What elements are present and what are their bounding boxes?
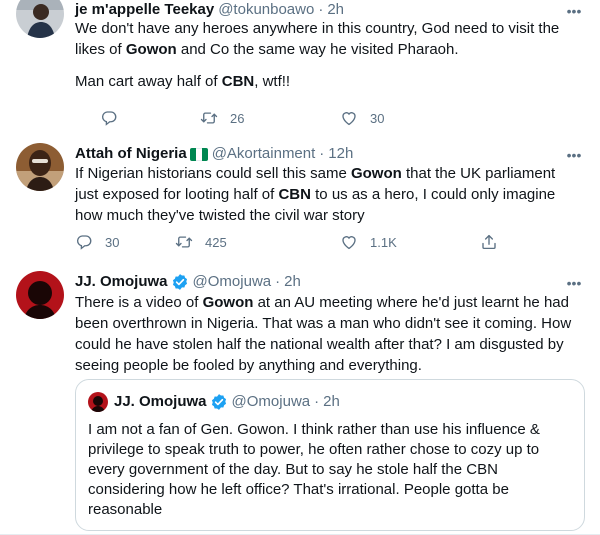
author-name[interactable]: Attah of Nigeria (75, 144, 187, 164)
separator-dot: · (318, 1, 324, 18)
like-icon (340, 233, 358, 251)
avatar[interactable] (16, 271, 64, 319)
reply-button[interactable] (100, 106, 140, 130)
tweet-text-second-paragraph: Man cart away half of CBN, wtf!! (75, 71, 582, 92)
avatar[interactable] (16, 0, 64, 38)
highlight-gowon: Gowon (202, 294, 254, 311)
tweet-actions: 26 30 (65, 106, 505, 130)
author-handle[interactable]: @Akortainment (212, 144, 316, 164)
reply-count: 30 (105, 234, 120, 250)
quoted-author-handle: @Omojuwa (231, 393, 311, 410)
nigeria-flag-icon (189, 147, 208, 161)
retweet-count: 26 (230, 110, 245, 126)
tweet-actions: 30 425 1.1K (65, 230, 505, 254)
retweet-button[interactable]: 425 (175, 230, 227, 254)
tweet-text: If Nigerian historians could sell this s… (75, 163, 582, 226)
like-button[interactable]: 1.1K (340, 230, 397, 254)
like-count: 1.1K (370, 234, 397, 250)
author-name[interactable]: JJ. Omojuwa (75, 272, 168, 292)
verified-badge-icon (210, 393, 228, 411)
tweet-teekay[interactable]: je m'appelle Teekay @tokunboawo · 2h •••… (0, 0, 600, 132)
quoted-tweet[interactable]: JJ. Omojuwa @Omojuwa · 2h I am not a fan… (75, 379, 585, 531)
quoted-timestamp: 2h (323, 393, 340, 410)
quoted-avatar (88, 392, 108, 412)
text-segment: and Co the same way he visited Pharaoh. (176, 41, 459, 58)
quoted-tweet-text: I am not a fan of Gen. Gowon. I think ra… (88, 421, 540, 518)
separator-dot: · (275, 273, 281, 290)
author-handle[interactable]: @Omojuwa (193, 272, 272, 292)
tweet-text: We don't have any heroes anywhere in thi… (75, 18, 582, 60)
text-segment: We don't have any heroes anywhere in thi… (75, 20, 560, 37)
highlight-cbn: CBN (278, 186, 311, 203)
separator-dot: · (319, 145, 325, 162)
highlight-gowon: Gowon (350, 165, 402, 182)
tweet-omojuwa[interactable]: JJ. Omojuwa @Omojuwa · 2h ••• There is a… (0, 264, 600, 535)
retweet-icon (175, 233, 193, 251)
retweet-count: 425 (205, 234, 227, 250)
like-button[interactable]: 30 (340, 106, 384, 130)
highlight-cbn: CBN (221, 73, 255, 90)
text-segment: There is a video of (75, 294, 203, 311)
reply-icon (100, 109, 118, 127)
reply-button[interactable]: 30 (75, 230, 119, 254)
retweet-icon (200, 109, 218, 127)
retweet-button[interactable]: 26 (200, 106, 244, 130)
share-button[interactable] (480, 230, 510, 254)
more-options-icon[interactable]: ••• (564, 145, 584, 165)
avatar[interactable] (16, 143, 64, 191)
tweet-attah[interactable]: Attah of Nigeria @Akortainment · 12h •••… (0, 131, 600, 265)
reply-icon (75, 233, 93, 251)
timestamp[interactable]: 2h (327, 0, 344, 20)
timestamp[interactable]: 2h (284, 272, 301, 292)
quoted-author-name: JJ. Omojuwa (114, 393, 207, 410)
verified-badge-icon (171, 273, 189, 291)
text-segment: likes of (75, 41, 126, 58)
text-segment: Man cart away half of (75, 73, 222, 90)
separator-dot: · (314, 393, 320, 410)
more-options-icon[interactable]: ••• (564, 273, 584, 293)
share-icon (480, 233, 498, 251)
like-count: 30 (370, 110, 385, 126)
highlight-gowon: Gowon (125, 41, 177, 58)
author-handle[interactable]: @tokunboawo (218, 0, 314, 20)
text-segment: If Nigerian historians could sell this s… (75, 165, 351, 182)
tweet-text: There is a video of Gowon at an AU meeti… (75, 292, 582, 376)
author-name[interactable]: je m'appelle Teekay (75, 0, 214, 20)
like-icon (340, 109, 358, 127)
text-segment: , wtf!! (254, 73, 291, 90)
timestamp[interactable]: 12h (328, 144, 353, 164)
